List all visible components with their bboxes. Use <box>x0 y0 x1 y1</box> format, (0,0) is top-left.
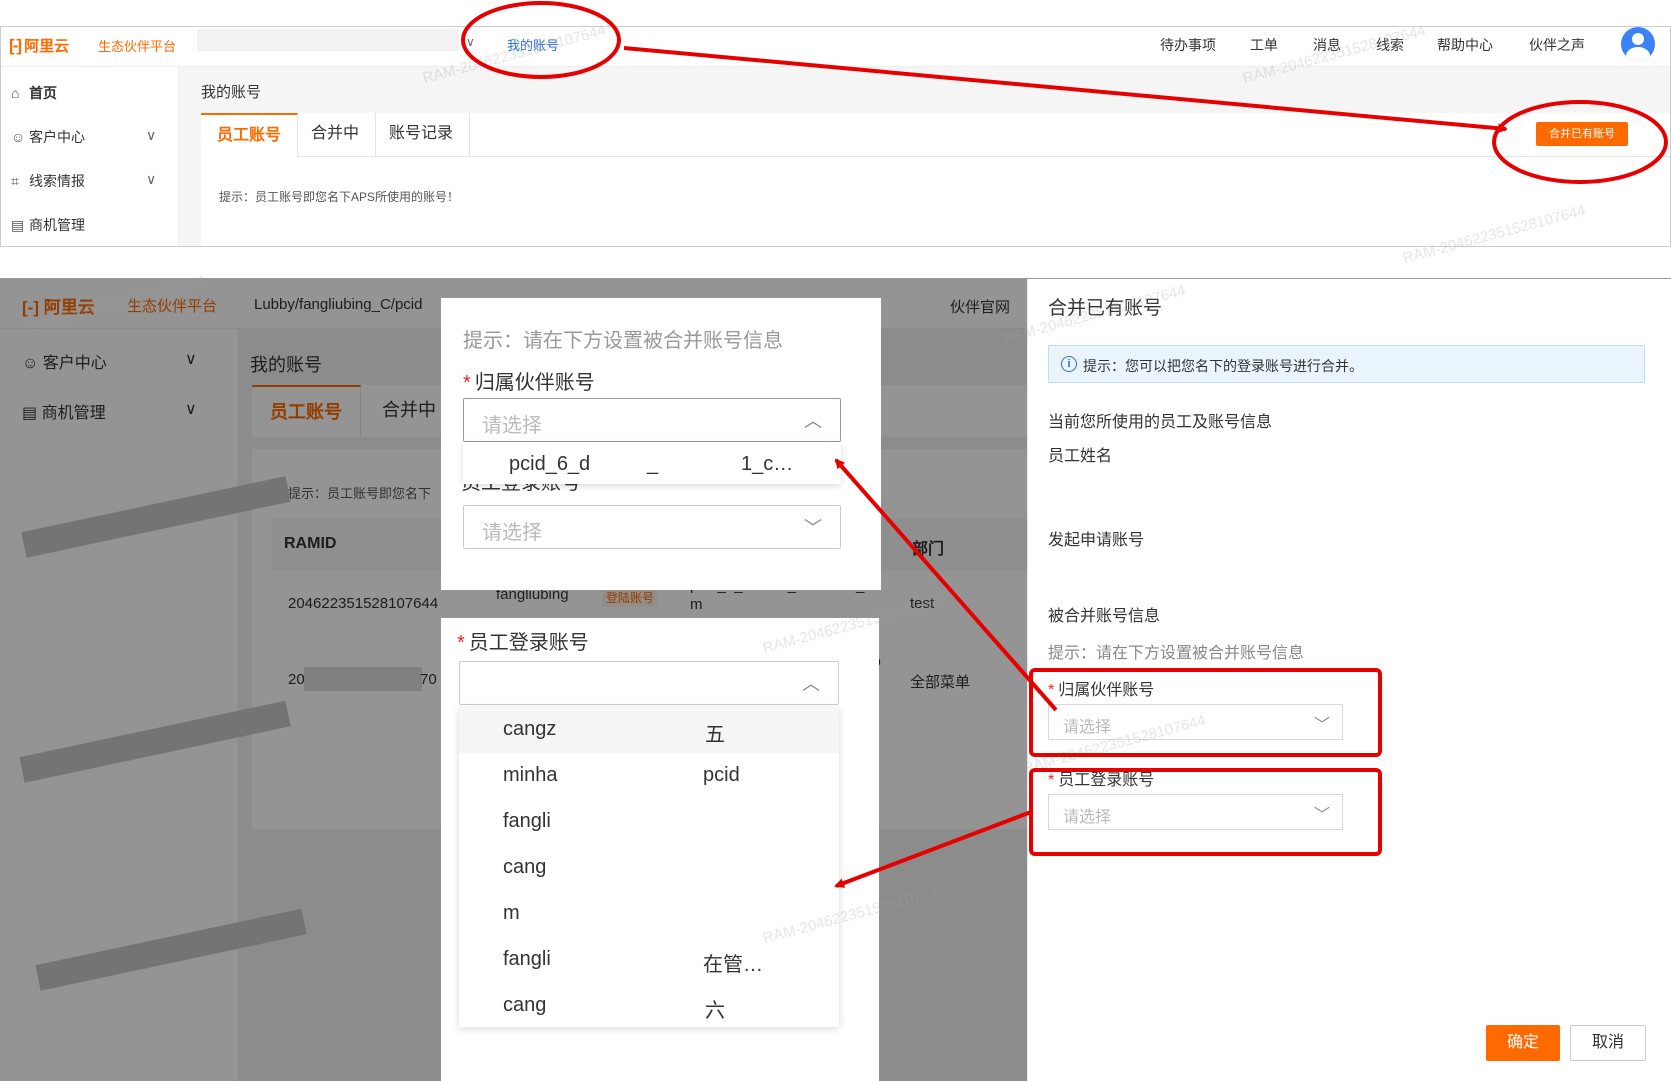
platform-name: 生态伙伴平台 <box>98 39 177 54</box>
sidebar-label: 线索情报 <box>29 173 85 189</box>
dropdown-option[interactable]: fangli <box>459 799 839 845</box>
avatar[interactable] <box>1621 27 1655 61</box>
chevron-down-icon: ∨ <box>146 171 157 187</box>
list-icon: ▤ <box>11 217 25 233</box>
login-account-label: * 员工登录账号 <box>457 632 589 654</box>
login-account-select[interactable]: 请选择 ﹀ <box>463 505 841 549</box>
option-text: fangli <box>503 948 551 970</box>
partner-account-label: * 归属伙伴账号 <box>1048 682 1155 699</box>
dropdown-option[interactable]: cangz 五 <box>459 707 839 753</box>
content-panel: 提示：员工账号即您名下APS所使用的账号！ <box>201 157 1670 246</box>
merged-hint: 提示：请在下方设置被合并账号信息 <box>463 330 783 352</box>
cancel-button[interactable]: 取消 <box>1570 1025 1646 1061</box>
chevron-up-icon: ︿ <box>802 674 820 694</box>
label-text: 归属伙伴账号 <box>474 372 595 394</box>
tab-bar: 员工账号 合并中 账号记录 <box>201 113 1670 157</box>
merge-account-drawer: 合并已有账号 i 提示：您可以把您名下的登录账号进行合并。 当前您所使用的员工及… <box>1027 279 1671 1081</box>
option-text: 1_c… <box>741 453 794 475</box>
nav-tickets[interactable]: 工单 <box>1250 35 1278 55</box>
zoom-partner-account-dropdown: 提示：请在下方设置被合并账号信息 *归属伙伴账号 请选择 ︿ 员工登录账号 pc… <box>441 298 881 590</box>
tab-employee-accounts[interactable]: 员工账号 <box>201 113 299 157</box>
chevron-down-icon[interactable]: ∨ <box>466 35 475 49</box>
partner-account-label: * 归属伙伴账号 <box>463 372 595 394</box>
nav-help[interactable]: 帮助中心 <box>1437 35 1493 55</box>
chevron-down-icon: ∨ <box>146 127 157 143</box>
aliyun-logo[interactable]: [-] 阿里云 <box>9 35 69 56</box>
select-placeholder: 请选择 <box>1063 719 1112 736</box>
login-account-select[interactable]: ︿ <box>459 661 839 705</box>
sidebar-label: 首页 <box>29 85 57 101</box>
chevron-up-icon: ︿ <box>804 411 822 431</box>
label-text: 归属伙伴账号 <box>1058 682 1155 699</box>
leads-icon: ⌗ <box>11 173 19 189</box>
option-text: 在管… <box>703 954 763 976</box>
blurred-account-selector[interactable] <box>197 29 459 51</box>
label-text: 员工登录账号 <box>468 632 589 654</box>
label-text: 员工登录账号 <box>1058 772 1155 789</box>
chevron-down-icon: ﹀ <box>804 518 822 538</box>
logo-text: 阿里云 <box>24 38 70 55</box>
option-text: fangli <box>503 810 551 832</box>
info-icon: i <box>1061 356 1077 372</box>
sidebar-item-leads[interactable]: ⌗ 线索情报 ∨ <box>11 171 156 191</box>
login-account-label: * 员工登录账号 <box>1048 772 1155 789</box>
top-main: 我的账号 员工账号 合并中 账号记录 合并已有账号 提示：员工账号即您名下APS… <box>179 67 1670 246</box>
dropdown-list: cangz 五 minha pcid fangli cang m fangli 在管…… <box>459 707 839 1027</box>
select-placeholder: 请选择 <box>482 522 542 544</box>
partner-account-select[interactable]: 请选择 ︿ <box>463 398 841 442</box>
option-text: cang <box>503 994 547 1016</box>
tab-merging[interactable]: 合并中 <box>295 113 377 157</box>
bottom-screenshot: [-] 阿里云 生态伙伴平台 Lubby/fangliubing_C/pcid … <box>0 278 1671 1081</box>
option-text: pcid <box>703 764 740 786</box>
option-text: minha <box>503 764 558 786</box>
option-text: pcid_6_d <box>509 453 591 475</box>
sidebar-item-customers[interactable]: ☺ 客户中心 ∨ <box>11 127 156 147</box>
option-text: 五 <box>705 724 725 746</box>
option-text: 六 <box>705 1000 725 1022</box>
sidebar-label: 客户中心 <box>29 129 85 145</box>
applicant-account-label: 发起申请账号 <box>1048 532 1145 549</box>
home-icon: ⌂ <box>11 85 20 101</box>
tab-account-records[interactable]: 账号记录 <box>373 113 471 157</box>
sidebar-label: 商机管理 <box>29 217 85 233</box>
chevron-down-icon: ﹀ <box>1313 717 1330 734</box>
tip-text: 提示：您可以把您名下的登录账号进行合并。 <box>1083 358 1363 374</box>
select-placeholder: 请选择 <box>1063 809 1112 826</box>
dropdown-option[interactable]: cang <box>459 845 839 891</box>
login-account-select[interactable]: 请选择 ﹀ <box>1048 794 1343 830</box>
dropdown-option[interactable]: fangli 在管… <box>459 937 839 983</box>
merge-existing-account-button[interactable]: 合并已有账号 <box>1536 122 1628 146</box>
option-text: cang <box>503 856 547 878</box>
info-tip: i 提示：您可以把您名下的登录账号进行合并。 <box>1048 345 1645 383</box>
merged-hint: 提示：请在下方设置被合并账号信息 <box>1048 645 1305 662</box>
nav-todo[interactable]: 待办事项 <box>1160 35 1216 55</box>
top-screenshot: [-] 阿里云 生态伙伴平台 ∨ 我的账号 待办事项 工单 消息 线索 帮助中心… <box>0 26 1671 247</box>
sidebar-item-opportunities[interactable]: ▤ 商机管理 <box>11 215 85 235</box>
top-sidebar: ⌂ 首页 ☺ 客户中心 ∨ ⌗ 线索情报 ∨ ▤ 商机管理 <box>1 67 179 246</box>
hint-text: 提示：员工账号即您名下APS所使用的账号！ <box>219 190 460 204</box>
chevron-down-icon: ﹀ <box>1313 807 1330 824</box>
user-icon: ☺ <box>11 129 26 145</box>
dropdown-option[interactable]: minha pcid <box>459 753 839 799</box>
employee-name-label: 员工姓名 <box>1048 448 1113 465</box>
dropdown-option[interactable]: pcid_6_d _ 1_c… <box>463 442 841 484</box>
dropdown-option[interactable]: cang 六 <box>459 983 839 1029</box>
option-text: m <box>503 902 520 924</box>
confirm-button[interactable]: 确定 <box>1486 1025 1560 1061</box>
nav-partner-voice[interactable]: 伙伴之声 <box>1529 35 1585 55</box>
zoom-login-account-dropdown: * 员工登录账号 ︿ cangz 五 minha pcid fangli cang m… <box>441 618 879 1081</box>
sidebar-item-home[interactable]: ⌂ 首页 <box>11 83 57 103</box>
merged-info-label: 被合并账号信息 <box>1048 608 1161 625</box>
current-info-label: 当前您所使用的员工及账号信息 <box>1048 414 1273 431</box>
option-text: cangz <box>503 718 557 740</box>
select-placeholder: 请选择 <box>482 415 542 437</box>
page-title: 我的账号 <box>201 84 262 101</box>
option-text: _ <box>647 453 659 475</box>
